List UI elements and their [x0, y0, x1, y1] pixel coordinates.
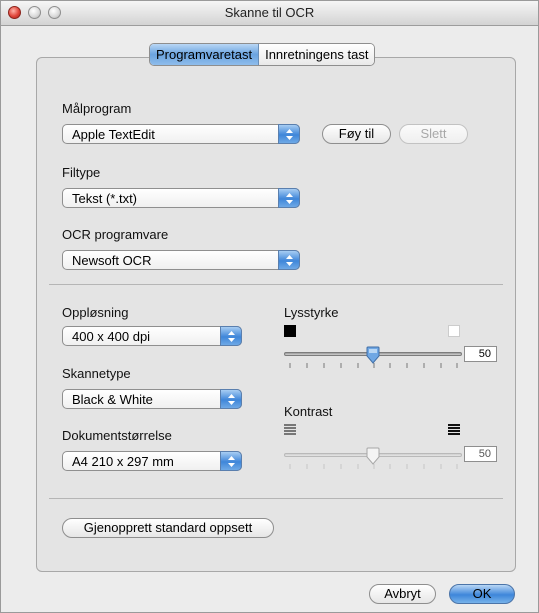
resolution-value: 400 x 400 dpi: [72, 329, 151, 344]
dark-square-icon: [284, 325, 296, 337]
popup-arrows-icon: [220, 451, 242, 471]
resolution-label: Oppløsning: [62, 305, 129, 320]
cancel-button[interactable]: Avbryt: [369, 584, 436, 604]
ocr-software-popup[interactable]: Newsoft OCR: [62, 250, 300, 270]
ok-button[interactable]: OK: [449, 584, 515, 604]
scan-type-value: Black & White: [72, 392, 153, 407]
popup-arrows-icon: [220, 326, 242, 346]
ocr-software-label: OCR programvare: [62, 227, 169, 242]
popup-arrows-icon: [278, 124, 300, 144]
file-type-label: Filtype: [62, 165, 101, 180]
file-type-popup[interactable]: Tekst (*.txt): [62, 188, 300, 208]
restore-defaults-button[interactable]: Gjenopprett standard oppsett: [62, 518, 274, 538]
title-bar: Skanne til OCR: [1, 1, 538, 26]
document-size-popup[interactable]: A4 210 x 297 mm: [62, 451, 242, 471]
popup-arrows-icon: [278, 250, 300, 270]
file-type-value: Tekst (*.txt): [72, 191, 138, 206]
add-button[interactable]: Føy til: [322, 124, 391, 144]
contrast-slider-thumb[interactable]: [365, 447, 381, 465]
brightness-value-field[interactable]: 50: [464, 346, 497, 362]
separator: [49, 498, 503, 499]
tab-bar: Programvaretast Innretningens tast: [149, 43, 376, 66]
popup-arrows-icon: [220, 389, 242, 409]
scan-type-popup[interactable]: Black & White: [62, 389, 242, 409]
brightness-ticks: [289, 363, 458, 368]
scan-type-label: Skannetype: [62, 366, 131, 381]
target-app-popup[interactable]: Apple TextEdit: [62, 124, 300, 144]
brightness-label: Lysstyrke: [284, 305, 339, 320]
popup-arrows-icon: [278, 188, 300, 208]
window-title: Skanne til OCR: [224, 5, 315, 20]
low-contrast-icon: [284, 424, 296, 435]
target-app-value: Apple TextEdit: [72, 127, 155, 142]
contrast-label: Kontrast: [284, 404, 333, 419]
delete-button[interactable]: Slett: [399, 124, 468, 144]
document-size-value: A4 210 x 297 mm: [72, 454, 174, 469]
high-contrast-icon: [448, 424, 460, 435]
document-size-label: Dokumentstørrelse: [62, 428, 172, 443]
contrast-value-field[interactable]: 50: [464, 446, 497, 462]
resolution-popup[interactable]: 400 x 400 dpi: [62, 326, 242, 346]
tab-device-key[interactable]: Innretningens tast: [259, 44, 375, 65]
brightness-slider-thumb[interactable]: [365, 346, 381, 364]
light-square-icon: [448, 325, 460, 337]
dialog-window: Skanne til OCR Programvaretast Innretnin…: [0, 0, 539, 613]
contrast-ticks: [289, 464, 458, 469]
separator: [49, 284, 503, 285]
target-app-label: Målprogram: [62, 101, 132, 116]
tab-software-key[interactable]: Programvaretast: [150, 44, 260, 65]
ocr-software-value: Newsoft OCR: [72, 253, 152, 268]
